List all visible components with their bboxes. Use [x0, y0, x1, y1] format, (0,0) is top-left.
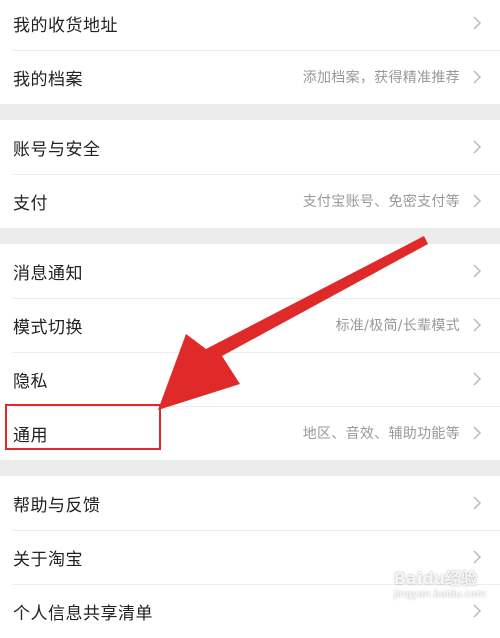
chevron-right-icon: [470, 194, 484, 208]
row-label: 模式切换: [13, 317, 83, 338]
settings-group-about: 帮助与反馈 关于淘宝 个人信息共享清单: [0, 476, 500, 638]
settings-group-account: 账号与安全 支付 支付宝账号、免密支付等: [0, 120, 500, 228]
chevron-right-icon: [470, 604, 484, 618]
row-label: 帮助与反馈: [13, 495, 101, 516]
row-label: 支付: [13, 193, 48, 214]
chevron-right-icon: [470, 426, 484, 440]
row-hint: 添加档案，获得精准推荐: [302, 70, 460, 86]
chevron-right-icon: [470, 264, 484, 278]
settings-list: 我的收货地址 我的档案 添加档案，获得精准推荐 账号与安全 支付 支付宝账号、免…: [0, 0, 500, 638]
row-label: 通用: [13, 425, 48, 446]
settings-row-address[interactable]: 我的收货地址: [0, 0, 500, 50]
settings-row-account-security[interactable]: 账号与安全: [0, 120, 500, 174]
chevron-right-icon: [470, 318, 484, 332]
chevron-right-icon: [470, 496, 484, 510]
settings-group-address: 我的收货地址 我的档案 添加档案，获得精准推荐: [0, 0, 500, 104]
row-label: 账号与安全: [13, 139, 101, 160]
row-label: 个人信息共享清单: [13, 603, 153, 624]
watermark-logo: Baidu经验 jingyan.baidu.com: [394, 565, 486, 600]
settings-row-general[interactable]: 通用 地区、音效、辅助功能等: [0, 406, 500, 460]
settings-row-notifications[interactable]: 消息通知: [0, 244, 500, 298]
row-hint: 标准/极简/长辈模式: [335, 318, 460, 334]
settings-row-payment[interactable]: 支付 支付宝账号、免密支付等: [0, 174, 500, 228]
row-label: 隐私: [13, 371, 48, 392]
chevron-right-icon: [470, 550, 484, 564]
settings-row-mode-switch[interactable]: 模式切换 标准/极简/长辈模式: [0, 298, 500, 352]
settings-row-profile[interactable]: 我的档案 添加档案，获得精准推荐: [0, 50, 500, 104]
group-separator: [0, 460, 500, 476]
settings-row-privacy[interactable]: 隐私: [0, 352, 500, 406]
row-hint: 支付宝账号、免密支付等: [302, 194, 460, 210]
settings-row-help-feedback[interactable]: 帮助与反馈: [0, 476, 500, 530]
watermark-url: jingyan.baidu.com: [393, 589, 486, 600]
row-label: 关于淘宝: [13, 549, 83, 570]
chevron-right-icon: [470, 372, 484, 386]
chevron-right-icon: [470, 70, 484, 84]
row-label: 我的档案: [13, 69, 83, 90]
group-separator: [0, 104, 500, 120]
row-label: 我的收货地址: [13, 15, 118, 36]
row-label: 消息通知: [13, 263, 83, 284]
settings-group-preferences: 消息通知 模式切换 标准/极简/长辈模式 隐私 通用 地区、音效、辅助功能等: [0, 244, 500, 460]
chevron-right-icon: [470, 16, 484, 30]
group-separator: [0, 228, 500, 244]
chevron-right-icon: [470, 140, 484, 154]
row-hint: 地区、音效、辅助功能等: [302, 426, 460, 442]
watermark-brand: Baidu经验: [393, 569, 478, 588]
